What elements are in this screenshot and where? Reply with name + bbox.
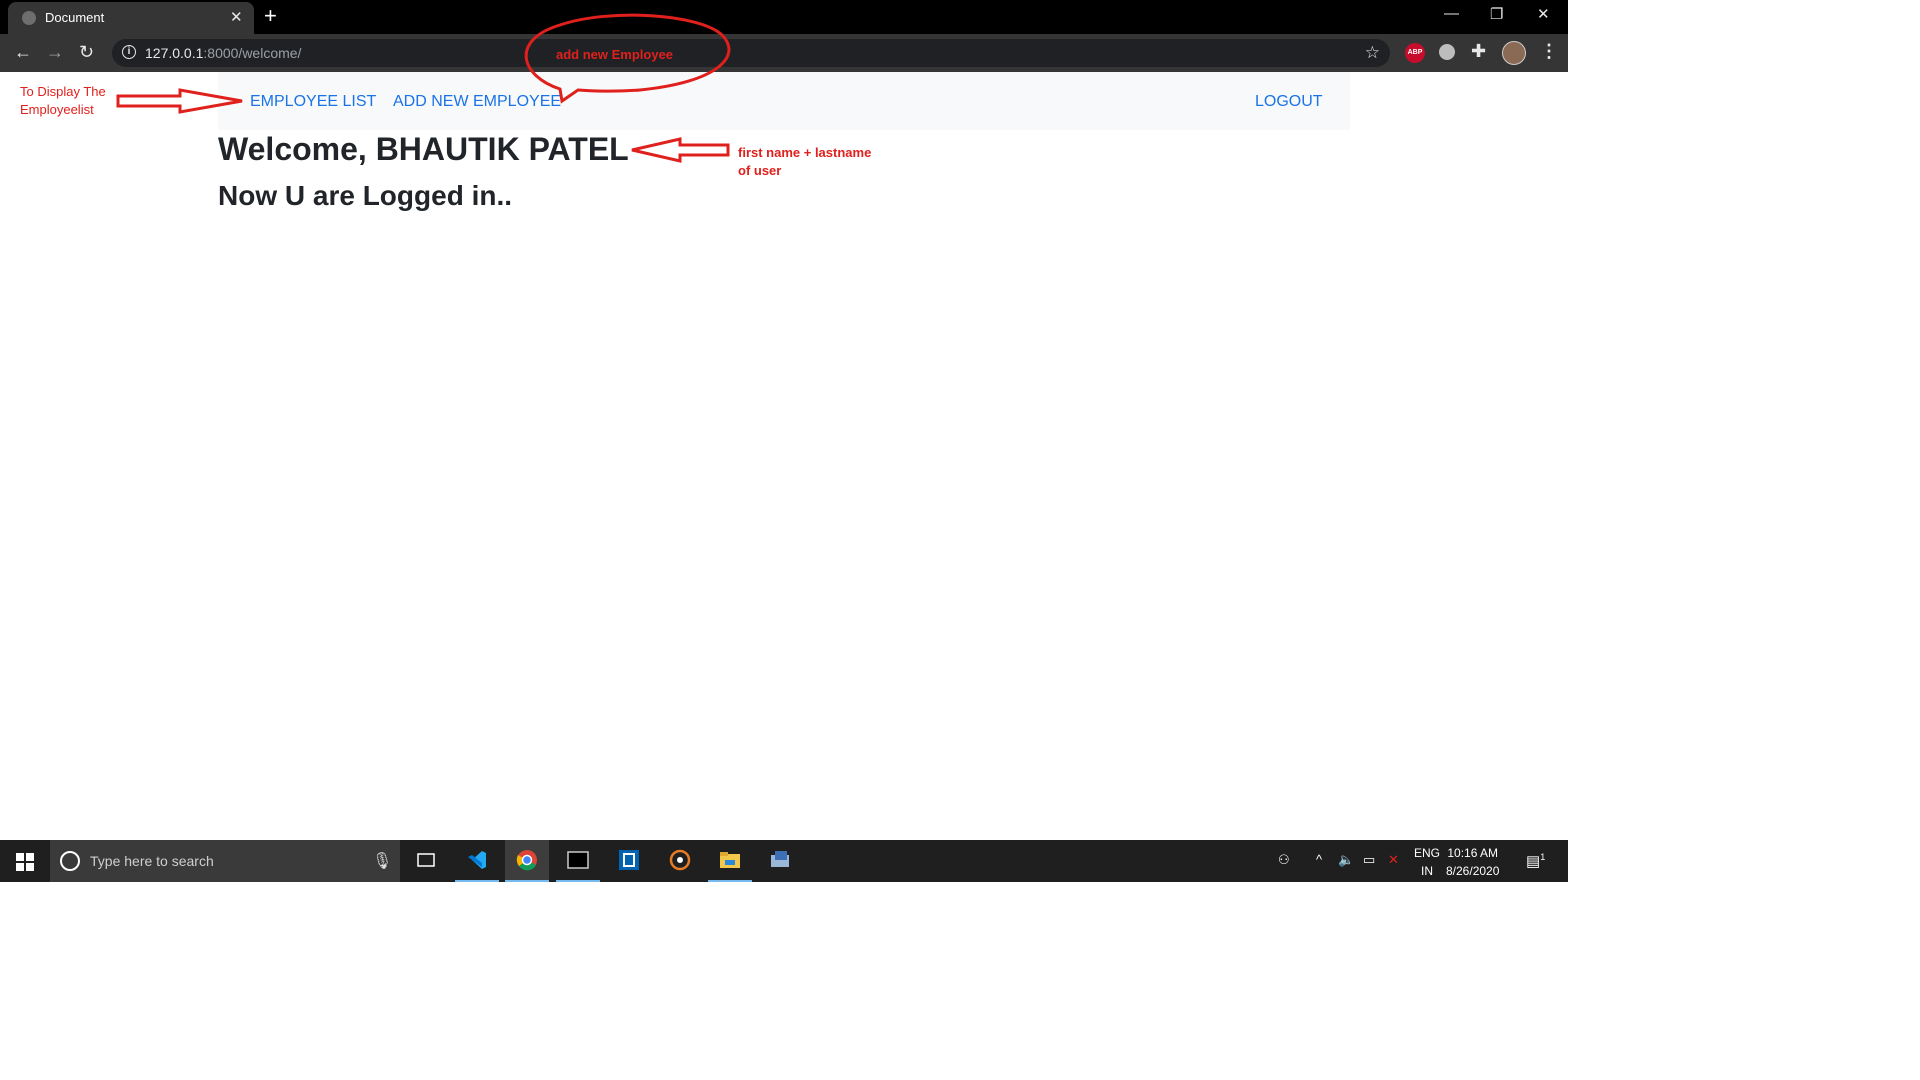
arrow-name	[631, 137, 730, 163]
search-placeholder: Type here to search	[90, 853, 214, 869]
speech-bubble	[524, 13, 731, 104]
language-code: ENG	[1414, 846, 1441, 860]
language-indicator[interactable]: ENG IN	[1414, 844, 1440, 880]
vscode-glyph	[468, 851, 486, 869]
app-square-icon[interactable]	[607, 840, 651, 882]
terminal-icon[interactable]	[556, 840, 600, 882]
people-icon[interactable]: ⚇	[1278, 852, 1290, 868]
clock-time: 10:16 AM	[1447, 846, 1499, 860]
windows-taskbar: Type here to search 🎙 ⚇ ^ 🔈 ▭ ✕ ENG IN 1…	[0, 840, 1568, 882]
app-square-glyph	[619, 850, 639, 870]
network-app-icon[interactable]	[758, 840, 802, 882]
file-explorer-icon[interactable]	[708, 840, 752, 882]
taskbar-search[interactable]: Type here to search 🎙	[50, 840, 400, 882]
volume-icon[interactable]: 🔈	[1338, 852, 1354, 868]
taskbar-clock[interactable]: 10:16 AM 8/26/2020	[1446, 844, 1499, 880]
media-player-icon[interactable]	[658, 840, 702, 882]
file-explorer-glyph	[720, 852, 740, 868]
chrome-icon[interactable]	[505, 840, 549, 882]
network-disconnected-icon[interactable]: ✕	[1388, 852, 1399, 868]
annotation-overlay	[116, 13, 731, 163]
notification-count: 1	[1540, 852, 1546, 862]
show-hidden-icons-chevron-icon[interactable]: ^	[1316, 852, 1322, 867]
arrow-employee-list	[116, 88, 243, 114]
microphone-icon[interactable]: 🎙	[372, 851, 392, 871]
task-view-icon[interactable]	[404, 840, 448, 882]
task-view-glyph	[417, 853, 435, 867]
vscode-icon[interactable]	[455, 840, 499, 882]
terminal-glyph	[567, 851, 589, 869]
cortana-icon	[60, 851, 80, 871]
battery-icon[interactable]: ▭	[1363, 852, 1375, 868]
language-region: IN	[1421, 864, 1433, 878]
windows-start-icon[interactable]	[16, 853, 34, 871]
media-player-glyph	[669, 849, 691, 871]
notification-center-icon[interactable]: ▤1	[1526, 852, 1545, 870]
clock-date: 8/26/2020	[1446, 864, 1500, 878]
chrome-glyph	[516, 850, 537, 871]
network-app-glyph	[771, 851, 789, 867]
